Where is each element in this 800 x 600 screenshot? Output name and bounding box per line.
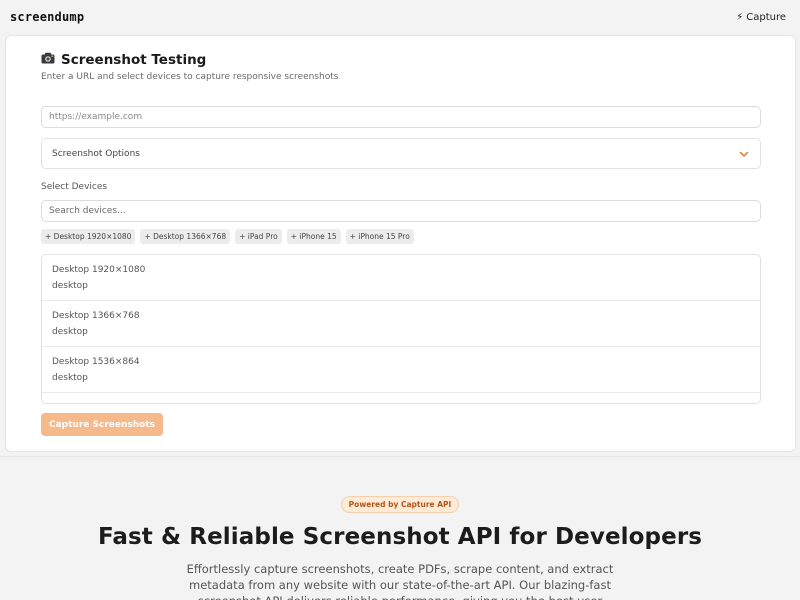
- form-subtitle: Enter a URL and select devices to captur…: [41, 72, 339, 82]
- device-type: desktop: [52, 327, 88, 337]
- brand-logo[interactable]: screendump: [10, 10, 84, 24]
- screenshot-options-dropdown[interactable]: Screenshot Options: [41, 138, 761, 169]
- screenshot-form-card: Screenshot Testing Enter a URL and selec…: [5, 35, 796, 452]
- device-search-input[interactable]: [41, 200, 761, 222]
- device-list[interactable]: Desktop 1920×1080 desktop Desktop 1366×7…: [41, 254, 761, 404]
- form-title-text: Screenshot Testing: [61, 52, 207, 68]
- form-title: Screenshot Testing: [41, 52, 206, 68]
- screenshot-options-label: Screenshot Options: [52, 148, 140, 159]
- chip-desktop-1920[interactable]: + Desktop 1920×1080: [41, 229, 136, 244]
- device-list-item[interactable]: Desktop 1920×1080 desktop: [42, 255, 760, 301]
- chip-iphone-15[interactable]: + iPhone 15: [286, 229, 341, 244]
- capture-screenshots-button[interactable]: Capture Screenshots: [41, 413, 163, 436]
- url-input[interactable]: [41, 106, 761, 128]
- device-type: desktop: [52, 281, 88, 291]
- device-list-item[interactable]: Desktop 1366×768 desktop: [42, 301, 760, 347]
- device-name: Desktop 1366×768: [52, 311, 140, 321]
- chevron-down-icon: [739, 151, 749, 157]
- quick-device-chips: + Desktop 1920×1080 + Desktop 1366×768 +…: [41, 229, 414, 244]
- hero-title: Fast & Reliable Screenshot API for Devel…: [97, 524, 703, 550]
- nav-capture-link[interactable]: ⚡ Capture: [736, 12, 786, 23]
- nav-capture-label: Capture: [746, 11, 786, 23]
- device-list-item[interactable]: Desktop 1536×864 desktop: [42, 347, 760, 393]
- device-name: Desktop 1536×864: [52, 357, 140, 367]
- powered-by-badge: Powered by Capture API: [340, 496, 460, 513]
- hero-description: Effortlessly capture screenshots, create…: [186, 562, 614, 600]
- device-list-item-partial[interactable]: [42, 393, 760, 403]
- camera-icon: [41, 52, 55, 68]
- hero-section: Powered by Capture API Fast & Reliable S…: [0, 456, 800, 600]
- select-devices-label: Select Devices: [41, 182, 108, 192]
- lightning-icon: ⚡: [736, 11, 744, 23]
- chip-iphone-15-pro[interactable]: + iPhone 15 Pro: [345, 229, 414, 244]
- device-name: Desktop 1920×1080: [52, 265, 146, 275]
- chip-desktop-1366[interactable]: + Desktop 1366×768: [140, 229, 231, 244]
- top-navbar: screendump ⚡ Capture: [0, 0, 800, 34]
- device-type: desktop: [52, 373, 88, 383]
- chip-ipad-pro[interactable]: + iPad Pro: [235, 229, 282, 244]
